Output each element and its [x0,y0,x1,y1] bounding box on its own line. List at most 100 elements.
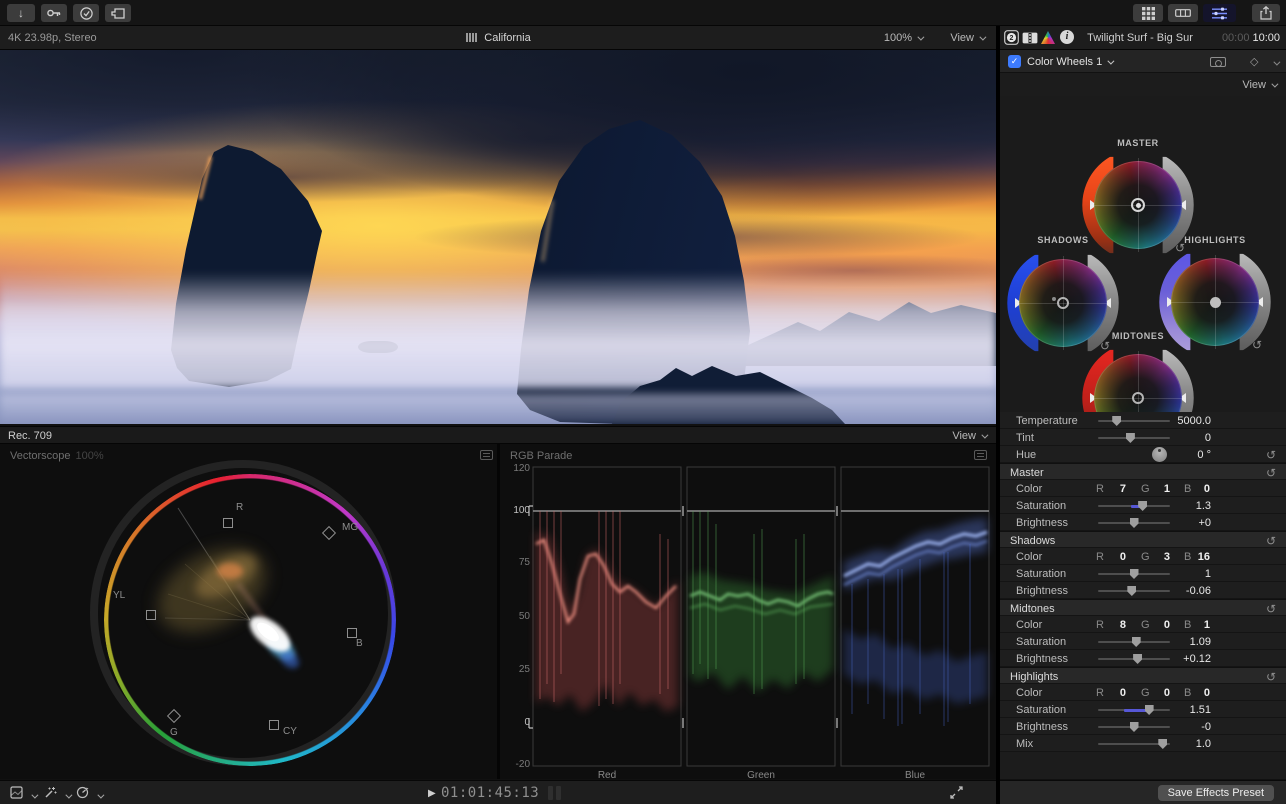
shadows-brightness-value[interactable]: -0.06 [1151,585,1211,597]
tab-effects-badge[interactable]: 2 [1004,30,1019,48]
viewer-view-menu[interactable]: View [950,32,984,44]
r-value[interactable]: 7 [1104,483,1126,495]
parade-tick-50: 50 [504,611,530,622]
highlights-saturation-value[interactable]: 1.51 [1151,704,1211,716]
master-section-header[interactable]: Master ↺ [1000,463,1286,480]
slider-thumb[interactable] [1132,637,1141,647]
save-effects-preset-button[interactable]: Save Effects Preset [1158,785,1274,801]
chevron-down-icon [981,432,988,439]
favorite-button[interactable] [73,4,99,22]
inspector-toggle-button-active[interactable] [1203,4,1236,22]
hue-reset-button[interactable]: ↺ [1266,448,1276,462]
wheels-view-menu[interactable]: View [1242,79,1276,91]
highlights-brightness-row: Brightness -0 [1000,718,1286,735]
g-value[interactable]: 0 [1148,687,1170,699]
tint-value[interactable]: 0 [1151,432,1211,444]
master-saturation-value[interactable]: 1.3 [1151,500,1211,512]
highlights-reset-button[interactable]: ↺ [1266,670,1276,684]
browser-list-view-button[interactable] [1168,4,1198,22]
grid-view-icon [1142,7,1155,20]
timecode-field[interactable]: 01:01:45:13 [441,785,539,801]
retime-menu[interactable] [76,786,102,802]
effect-collapse-control[interactable] [1268,57,1278,69]
expand-viewer-button[interactable] [950,786,963,802]
midtones-saturation-row: Saturation 1.09 [1000,633,1286,650]
tab-color-active[interactable] [1041,31,1055,44]
video-scopes: Vectorscope100% [0,444,996,779]
clip-range-button[interactable] [105,4,131,22]
viewer-zoom-menu[interactable]: 100% [884,32,922,44]
slider-thumb[interactable] [1112,416,1121,426]
highlights-section-header[interactable]: Highlights ↺ [1000,667,1286,684]
vectorscope-target-g: G [170,727,178,738]
mask-icon[interactable] [1210,57,1226,67]
effects-badge-2-icon: 2 [1004,30,1019,45]
share-button[interactable] [1252,4,1280,22]
color-wheels-panel: MASTER ↺ SHADOWS [1000,96,1286,412]
slider-thumb[interactable] [1126,433,1135,443]
shadows-origin-dot [1052,297,1056,301]
scopes-view-menu[interactable]: View [952,430,986,442]
shadows-wheel-label: SHADOWS [1000,235,1133,245]
filmstrip-view-icon [1175,9,1191,17]
master-wheel-puck[interactable] [1131,198,1145,212]
r-value[interactable]: 0 [1104,551,1126,563]
slider-thumb[interactable] [1127,586,1136,596]
b-value[interactable]: 0 [1188,687,1210,699]
mix-value[interactable]: 1.0 [1151,738,1211,750]
master-reset-button[interactable]: ↺ [1266,466,1276,480]
effect-enabled-checkbox[interactable]: ✓ [1008,55,1021,68]
film-icon [465,33,478,42]
highlights-brightness-value[interactable]: -0 [1151,721,1211,733]
midtones-saturation-value[interactable]: 1.09 [1151,636,1211,648]
browser-grid-view-button[interactable] [1133,4,1163,22]
audio-meters[interactable] [548,786,561,800]
keyframe-diamond-icon[interactable]: ◇ [1250,55,1258,68]
g-value[interactable]: 0 [1148,619,1170,631]
r-label: R [1096,483,1104,495]
shadows-saturation-value[interactable]: 1 [1151,568,1211,580]
tint-label: Tint [1016,432,1034,444]
play-button[interactable]: ▶ [428,788,436,799]
enhance-menu[interactable] [44,786,70,802]
shadows-wheel-puck[interactable] [1057,297,1069,309]
chevron-down-icon [97,792,104,799]
highlights-wheel-puck[interactable] [1210,297,1221,308]
effect-row[interactable]: ✓ Color Wheels 1 ◇ [1000,50,1286,73]
midtones-section-header[interactable]: Midtones ↺ [1000,599,1286,616]
slider-thumb[interactable] [1130,569,1139,579]
tab-video[interactable] [1022,32,1038,47]
slider-thumb[interactable] [1130,722,1139,732]
b-value[interactable]: 16 [1188,551,1210,563]
highlights-wheel-reset-button[interactable]: ↺ [1252,339,1262,351]
midtones-brightness-value[interactable]: +0.12 [1151,653,1211,665]
r-value[interactable]: 0 [1104,687,1126,699]
b-value[interactable]: 1 [1188,619,1210,631]
b-value[interactable]: 0 [1188,483,1210,495]
slider-thumb[interactable] [1130,518,1139,528]
share-icon [1260,6,1272,20]
retime-icon [76,786,89,799]
slider-thumb[interactable] [1138,501,1147,511]
effect-name-menu[interactable]: Color Wheels 1 [1027,56,1112,68]
g-value[interactable]: 1 [1148,483,1170,495]
g-value[interactable]: 3 [1148,551,1170,563]
viewer-canvas[interactable] [0,50,996,424]
shadows-reset-button[interactable]: ↺ [1266,534,1276,548]
parade-tick-75: 75 [504,557,530,568]
midtones-wheel-puck[interactable] [1132,392,1144,404]
r-value[interactable]: 8 [1104,619,1126,631]
slider-thumb[interactable] [1133,654,1142,664]
import-arrow-icon: ↓ [18,6,24,20]
transport-bar: ▶ 01:01:45:13 [0,780,996,804]
temperature-value[interactable]: 5000.0 [1151,415,1211,427]
top-toolbar: ↓ [0,0,1286,26]
master-brightness-value[interactable]: +0 [1151,517,1211,529]
midtones-reset-button[interactable]: ↺ [1266,602,1276,616]
keywords-button[interactable] [41,4,67,22]
shadows-section-header[interactable]: Shadows ↺ [1000,531,1286,548]
hue-value[interactable]: 0 ° [1151,449,1211,461]
crop-tool-menu[interactable] [10,786,36,802]
import-button[interactable]: ↓ [7,4,35,22]
clip-icon [111,8,126,19]
